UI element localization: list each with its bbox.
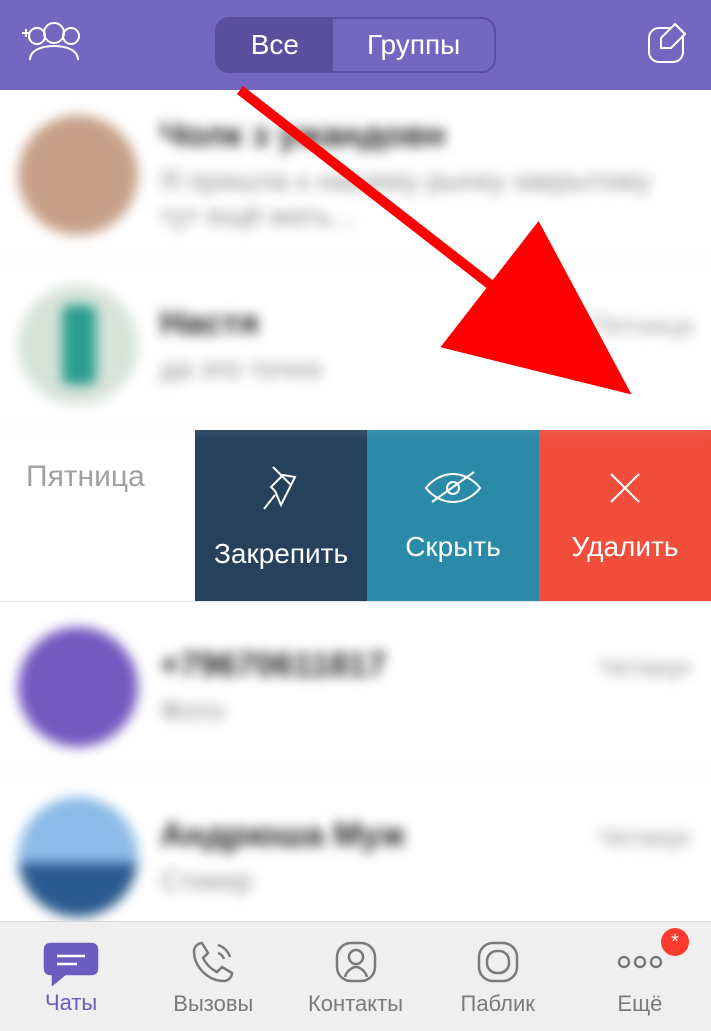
tab-label: Вызовы [173, 991, 253, 1017]
tab-label: Паблик [461, 991, 535, 1017]
chat-name: Чолк з ужандовн [160, 116, 445, 155]
chat-time: Пятница [590, 310, 693, 341]
chat-list[interactable]: Чолк з ужандовн Я пришла к нашему рынку … [0, 90, 711, 942]
tab-label: Контакты [308, 991, 403, 1017]
notification-badge: * [661, 928, 689, 956]
compose-icon[interactable] [645, 20, 691, 71]
chat-row[interactable]: Настя Пятница да это точно [0, 260, 711, 430]
avatar [18, 115, 138, 235]
public-icon [473, 937, 523, 987]
pin-button[interactable]: Закрепить [195, 430, 367, 601]
add-group-icon[interactable] [20, 18, 88, 73]
chat-filter-segment: Все Группы [215, 17, 497, 73]
tab-chats[interactable]: Чаты [0, 922, 142, 1031]
chat-time: Четверг [598, 822, 693, 853]
delete-label: Удалить [572, 531, 679, 563]
tab-more[interactable]: Ещё * [569, 922, 711, 1031]
chat-time: Пятница [26, 460, 145, 494]
chat-row[interactable]: Чолк з ужандовн Я пришла к нашему рынку … [0, 90, 711, 260]
contacts-icon [331, 937, 381, 987]
tab-label: Ещё [617, 991, 662, 1017]
pin-label: Закрепить [214, 538, 348, 570]
chat-time: Четверг [598, 652, 693, 683]
swipe-remaining: Пятница [0, 430, 195, 601]
chat-name: +79670611817 [160, 646, 386, 685]
delete-button[interactable]: Удалить [539, 430, 711, 601]
tab-label: Чаты [45, 990, 97, 1016]
chats-icon [43, 938, 99, 986]
chat-preview: Стикер [160, 863, 693, 898]
eye-off-icon [422, 468, 484, 513]
chat-preview: да это точно [160, 351, 693, 386]
avatar [18, 627, 138, 747]
segment-groups[interactable]: Группы [333, 19, 494, 71]
app-header: Все Группы [0, 0, 711, 90]
avatar [18, 285, 138, 405]
more-icon [612, 937, 668, 987]
header-center: Все Группы [110, 17, 601, 73]
header-left [20, 18, 110, 73]
avatar [18, 797, 138, 917]
calls-icon [188, 937, 238, 987]
chat-row-swiped: Пятница Закрепить Скрыть [0, 430, 711, 602]
tab-public[interactable]: Паблик [427, 922, 569, 1031]
chat-row[interactable]: +79670611817 Четверг Фото [0, 602, 711, 772]
tab-bar: Чаты Вызовы Контакты Паблик Ещё * [0, 921, 711, 1031]
hide-button[interactable]: Скрыть [367, 430, 539, 601]
chat-preview: Фото [160, 693, 693, 728]
chat-name: Настя [160, 304, 259, 343]
pin-icon [258, 461, 304, 520]
segment-all[interactable]: Все [217, 19, 333, 71]
close-icon [605, 468, 645, 513]
chat-row[interactable]: Андрюша Муж Четверг Стикер [0, 772, 711, 942]
tab-calls[interactable]: Вызовы [142, 922, 284, 1031]
chat-preview: Я пришла к нашему рынку закрытому тут ещ… [160, 163, 693, 233]
chat-name: Андрюша Муж [160, 816, 405, 855]
header-right [601, 20, 691, 71]
hide-label: Скрыть [405, 531, 501, 563]
tab-contacts[interactable]: Контакты [284, 922, 426, 1031]
